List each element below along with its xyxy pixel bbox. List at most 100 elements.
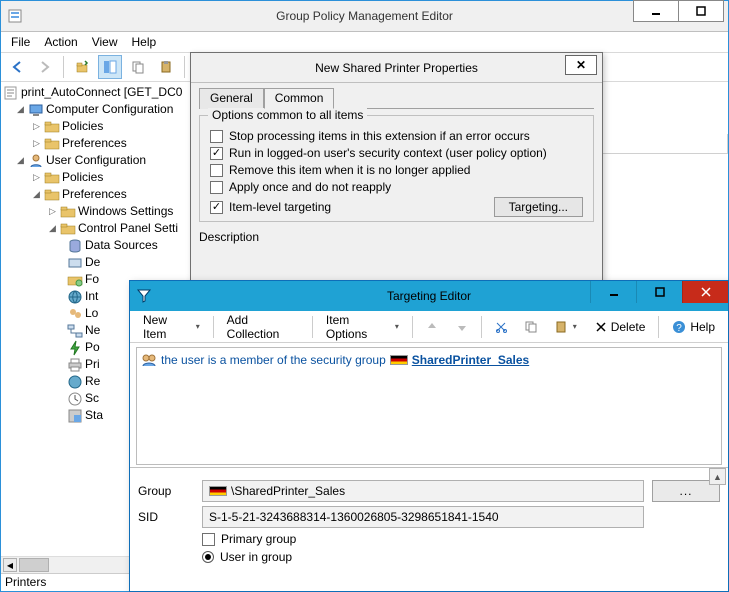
description-label: Description — [199, 230, 594, 244]
menu-help[interactable]: Help — [126, 33, 163, 51]
tree-computer-config[interactable]: Computer Configuration — [46, 101, 173, 118]
tree-cc-preferences[interactable]: Preferences — [62, 135, 127, 152]
menu-action[interactable]: Action — [38, 33, 83, 51]
stop-label: Stop processing items in this extension … — [229, 129, 530, 143]
tree-root[interactable]: print_AutoConnect [GET_DC0 — [21, 84, 182, 101]
chevron-down-icon: ▾ — [395, 322, 399, 331]
item-options-button[interactable]: Item Options▾ — [319, 309, 406, 345]
scroll-icon — [3, 85, 19, 101]
expand-icon[interactable]: ▷ — [31, 138, 42, 149]
forward-button[interactable] — [33, 55, 57, 79]
user-in-group-label: User in group — [220, 550, 292, 564]
folder-icon — [44, 119, 60, 135]
collapse-icon[interactable]: ◢ — [47, 223, 58, 234]
back-button[interactable] — [5, 55, 29, 79]
regional-icon — [67, 374, 83, 390]
folder-options-icon — [67, 272, 83, 288]
rule-prefix: the user is a member of the security gro… — [161, 353, 386, 367]
tab-common[interactable]: Common — [264, 88, 335, 109]
up-folder-button[interactable] — [70, 55, 94, 79]
network-icon — [67, 323, 83, 339]
expand-icon[interactable]: ▷ — [31, 172, 42, 183]
tree-lo[interactable]: Lo — [85, 305, 98, 322]
tree-fo[interactable]: Fo — [85, 271, 99, 288]
folder-icon — [60, 204, 76, 220]
user-in-group-radio[interactable] — [202, 551, 214, 563]
internet-icon — [67, 289, 83, 305]
chevron-down-icon: ▾ — [573, 322, 577, 331]
menu-file[interactable]: File — [5, 33, 36, 51]
scroll-thumb[interactable] — [19, 558, 49, 572]
dialog-close-button[interactable]: ✕ — [565, 55, 597, 75]
tree-re[interactable]: Re — [85, 373, 100, 390]
paste-button[interactable]: ▾ — [548, 317, 584, 337]
tree-de[interactable]: De — [85, 254, 100, 271]
tree-uc-preferences[interactable]: Preferences — [62, 186, 127, 203]
collapse-icon[interactable]: ◢ — [31, 189, 42, 200]
tree-cc-policies[interactable]: Policies — [62, 118, 103, 135]
tree-st[interactable]: Sta — [85, 407, 103, 424]
tree-ne[interactable]: Ne — [85, 322, 100, 339]
run-checkbox[interactable] — [210, 147, 223, 160]
flag-icon — [209, 486, 227, 496]
copy-button[interactable] — [126, 55, 150, 79]
tree-data-sources[interactable]: Data Sources — [85, 237, 158, 254]
minimize-button[interactable] — [633, 0, 679, 22]
move-down-button[interactable] — [449, 317, 475, 337]
new-item-button[interactable]: New Item▾ — [136, 309, 207, 345]
gpme-app-icon — [7, 8, 23, 24]
maximize-button[interactable] — [678, 0, 724, 22]
scheduled-icon — [67, 391, 83, 407]
te-titlebar[interactable]: Targeting Editor — [130, 281, 728, 311]
remove-checkbox[interactable] — [210, 164, 223, 177]
sid-textbox[interactable]: S-1-5-21-3243688314-1360026805-329865184… — [202, 506, 644, 528]
collapse-icon[interactable]: ◢ — [15, 155, 26, 166]
gpme-titlebar[interactable]: Group Policy Management Editor — [1, 1, 728, 32]
scroll-up-icon[interactable]: ▲ — [709, 468, 726, 485]
tree-control-panel[interactable]: Control Panel Setti — [78, 220, 178, 237]
printer-icon — [67, 357, 83, 373]
remove-label: Remove this item when it is no longer ap… — [229, 163, 470, 177]
expand-icon[interactable]: ▷ — [31, 121, 42, 132]
tree-uc-policies[interactable]: Policies — [62, 169, 103, 186]
help-button[interactable]: ?Help — [665, 316, 722, 338]
run-label: Run in logged-on user's security context… — [229, 146, 547, 160]
te-maximize-button[interactable] — [636, 281, 682, 303]
startmenu-icon — [67, 408, 83, 424]
targeting-button[interactable]: Targeting... — [494, 197, 583, 217]
collapse-icon[interactable]: ◢ — [15, 104, 26, 115]
menu-view[interactable]: View — [86, 33, 124, 51]
rule-group-name[interactable]: SharedPrinter_Sales — [412, 353, 529, 367]
te-minimize-button[interactable] — [590, 281, 636, 303]
tree-po[interactable]: Po — [85, 339, 100, 356]
tree-pr[interactable]: Pri — [85, 356, 100, 373]
tree-int[interactable]: Int — [85, 288, 98, 305]
rule-item[interactable]: the user is a member of the security gro… — [141, 352, 717, 368]
tree-sc[interactable]: Sc — [85, 390, 99, 407]
apply-once-checkbox[interactable] — [210, 181, 223, 194]
rule-pane[interactable]: the user is a member of the security gro… — [136, 347, 722, 465]
copy-button[interactable] — [518, 317, 544, 337]
scroll-left-icon[interactable]: ◀ — [3, 558, 17, 572]
paste-button[interactable] — [154, 55, 178, 79]
dialog-titlebar[interactable]: New Shared Printer Properties ✕ — [191, 53, 602, 83]
targeting-editor: Targeting Editor New Item▾ Add Collectio… — [129, 280, 729, 592]
item-targeting-checkbox[interactable] — [210, 201, 223, 214]
cut-button[interactable] — [488, 317, 514, 337]
move-up-button[interactable] — [419, 317, 445, 337]
power-icon — [67, 340, 83, 356]
flag-icon — [390, 355, 408, 365]
group-textbox[interactable]: \SharedPrinter_Sales — [202, 480, 644, 502]
sid-label: SID — [138, 510, 194, 524]
folder-icon — [60, 221, 76, 237]
primary-group-checkbox[interactable] — [202, 533, 215, 546]
toggle-tree-button[interactable] — [98, 55, 122, 79]
stop-checkbox[interactable] — [210, 130, 223, 143]
add-collection-button[interactable]: Add Collection — [220, 309, 306, 345]
delete-button[interactable]: Delete — [588, 316, 653, 338]
tree-windows-settings[interactable]: Windows Settings — [78, 203, 173, 220]
expand-icon[interactable]: ▷ — [47, 206, 58, 217]
tab-general[interactable]: General — [199, 88, 264, 109]
te-close-button[interactable] — [682, 281, 728, 303]
tree-user-config[interactable]: User Configuration — [46, 152, 146, 169]
